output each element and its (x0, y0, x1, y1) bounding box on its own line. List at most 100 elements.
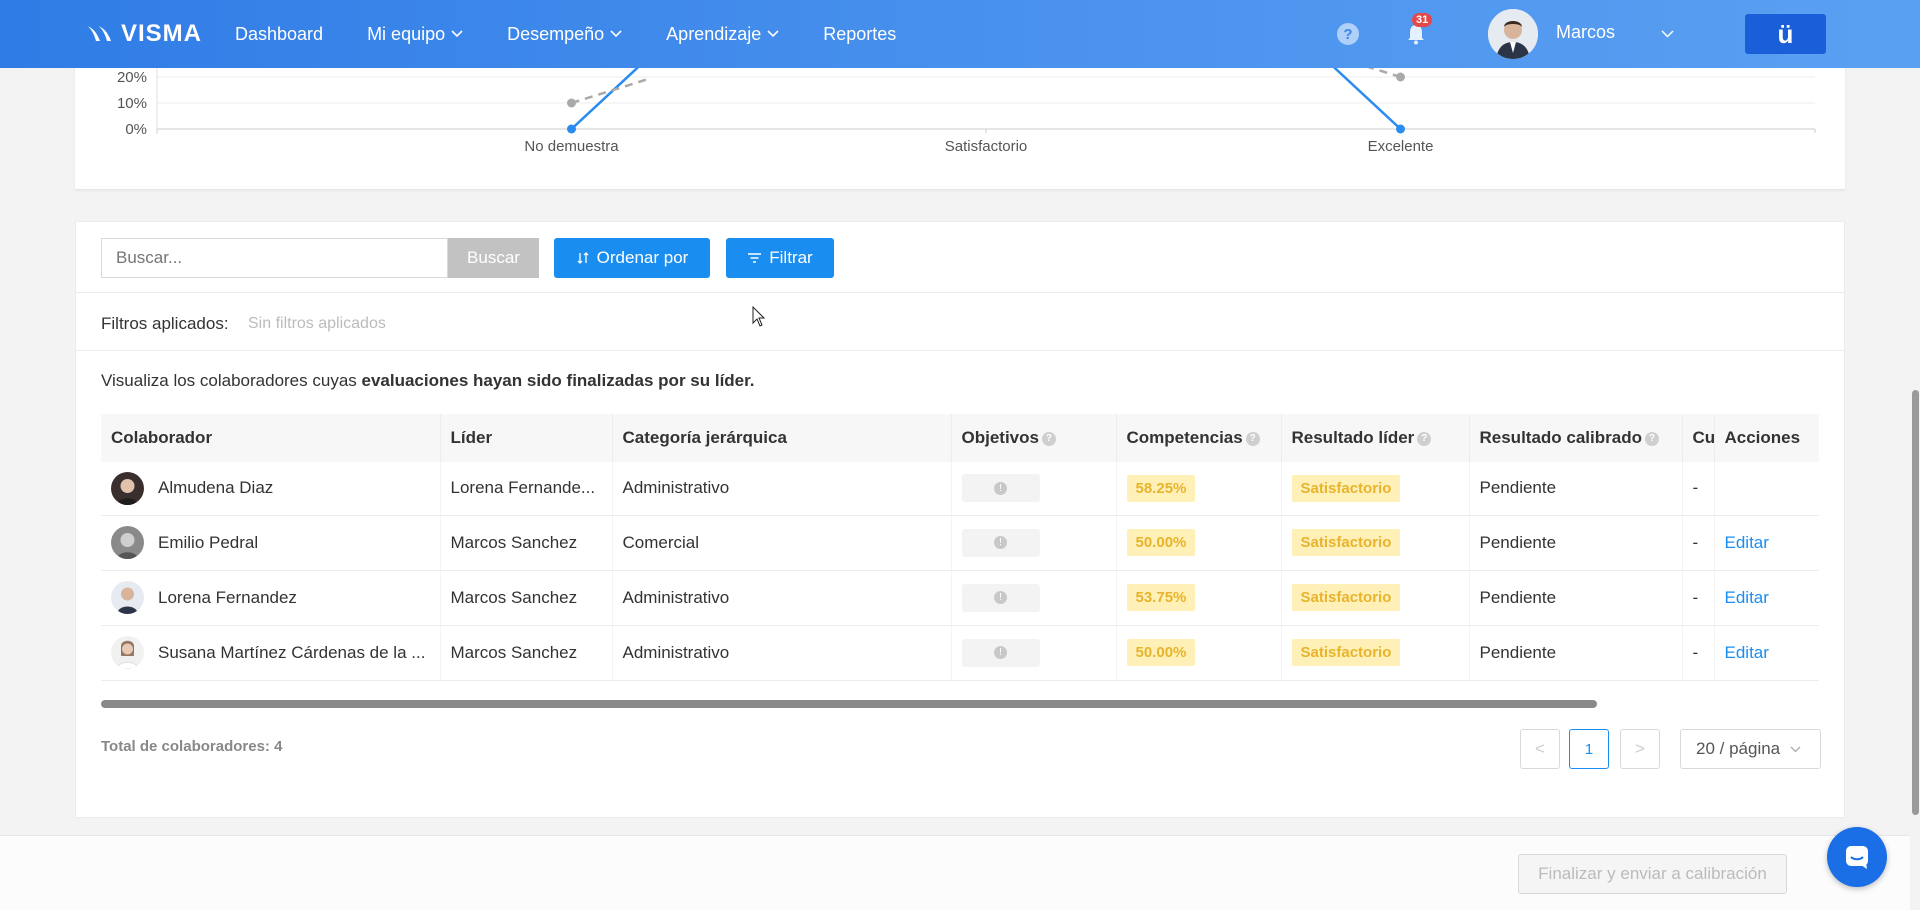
filter-button[interactable]: Filtrar (726, 238, 834, 278)
data-point[interactable] (1396, 72, 1405, 82)
cell-competencias: 50.00% (1116, 625, 1282, 681)
results-line-chart: 0% 10% 20% No demuestra Satisfactorio Excelen… (117, 55, 1816, 155)
data-point[interactable] (1396, 124, 1405, 134)
cell-categoria: Administrativo (612, 625, 952, 681)
u-app-button[interactable]: ü (1745, 14, 1826, 54)
cell-objetivos: ! (951, 462, 1117, 516)
results-chart-card: 0% 10% 20% No demuestra Satisfactorio Excelen… (75, 55, 1845, 190)
table-row: Susana Martínez Cárdenas de la ... Marcos… (101, 625, 1819, 681)
objectives-pill: ! (961, 474, 1040, 503)
total-collaborators: Total de colaboradores: 4 (101, 738, 283, 755)
competencias-tag: 50.00% (1126, 529, 1196, 556)
avatar (111, 636, 144, 669)
divider (76, 350, 1844, 351)
description-text: Visualiza los colaboradores cuyas (101, 371, 362, 390)
applied-filters-value: Sin filtros aplicados (248, 315, 386, 332)
collaborators-card: Buscar Ordenar por Filtrar Filtros aplic… (75, 221, 1845, 818)
cell-resultado-lider: Satisfactorio (1281, 462, 1470, 516)
table-row: Almudena Diaz Lorena Fernande... Administr… (101, 462, 1819, 516)
chevron-down-icon (767, 30, 779, 38)
nav-label: Mi equipo (367, 23, 446, 44)
nav-dashboard[interactable]: Dashboard (235, 24, 323, 45)
mouse-cursor-icon (752, 306, 766, 327)
visma-logo[interactable]: VISMA (85, 20, 202, 48)
cell-cu: - (1682, 625, 1715, 681)
avatar (111, 581, 144, 614)
search-input[interactable] (101, 238, 448, 278)
page-size-value: 20 / página (1696, 739, 1781, 758)
cell-lider: Lorena Fernande... (440, 462, 613, 516)
info-icon: ! (994, 591, 1007, 604)
nav-desempeno[interactable]: Desempeño (507, 24, 622, 45)
user-avatar[interactable] (1488, 9, 1538, 59)
collaborator-name[interactable]: Lorena Fernandez (158, 588, 297, 608)
question-icon[interactable]: ? (1337, 23, 1359, 45)
header-colaborador[interactable]: Colaborador (101, 414, 441, 462)
help-icon[interactable]: ? (1417, 431, 1432, 446)
header-resultado-calibrado[interactable]: Resultado calibrado? (1469, 414, 1683, 462)
header-resultado-lider[interactable]: Resultado líder? (1281, 414, 1470, 462)
help-icon[interactable]: ? (1644, 431, 1659, 446)
chat-icon (1846, 846, 1868, 869)
cell-resultado-calibrado: Pendiente (1469, 625, 1683, 681)
page-size-select[interactable]: 20 / página (1680, 729, 1821, 769)
edit-link[interactable]: Editar (1725, 533, 1769, 552)
header-lider[interactable]: Líder (440, 414, 613, 462)
nav-label: Desempeño (507, 23, 605, 44)
chevron-down-icon (610, 30, 622, 38)
finalize-send-calibration-button[interactable]: Finalizar y enviar a calibración (1518, 854, 1787, 894)
header-competencias[interactable]: Competencias? (1116, 414, 1282, 462)
cell-colaborador: Lorena Fernandez (101, 570, 441, 626)
cell-competencias: 53.75% (1116, 570, 1282, 626)
cell-objetivos: ! (951, 515, 1117, 571)
nav-mi-equipo[interactable]: Mi equipo (367, 24, 463, 45)
avatar (111, 526, 144, 559)
help-icon[interactable]: ? (1245, 431, 1260, 446)
cell-objetivos: ! (951, 570, 1117, 626)
header-acciones: Acciones (1714, 414, 1819, 462)
horizontal-scrollbar[interactable] (101, 700, 1597, 708)
prev-page-button[interactable]: < (1520, 729, 1560, 769)
edit-link[interactable]: Editar (1725, 588, 1769, 607)
info-icon: ! (994, 481, 1007, 495)
collaborator-name[interactable]: Susana Martínez Cárdenas de la ... (158, 643, 425, 663)
page-1-button[interactable]: 1 (1569, 729, 1609, 769)
main-nav: Dashboard Mi equipo Desempeño Aprendizaj… (235, 0, 940, 68)
user-name[interactable]: Marcos (1556, 22, 1615, 43)
chat-launcher[interactable] (1827, 827, 1887, 887)
header-label: Competencias (1126, 428, 1243, 447)
cell-acciones: Editar (1714, 625, 1819, 681)
chevron-down-icon (451, 30, 463, 38)
y-tick-label: 0% (125, 121, 147, 138)
nav-label: Aprendizaje (666, 23, 762, 44)
vertical-scrollbar[interactable] (1912, 390, 1919, 815)
collaborator-name[interactable]: Emilio Pedral (158, 533, 258, 553)
help-icon[interactable]: ? (1041, 431, 1056, 446)
header-categoria[interactable]: Categoría jerárquica (612, 414, 952, 462)
collaborator-name[interactable]: Almudena Diaz (158, 478, 273, 498)
logo-text: VISMA (121, 20, 203, 47)
cell-colaborador: Emilio Pedral (101, 515, 441, 571)
resultado-lider-tag: Satisfactorio (1291, 584, 1401, 611)
cell-categoria: Comercial (612, 515, 952, 571)
visma-mark-icon (87, 26, 111, 41)
y-tick-label: 20% (117, 69, 147, 86)
cell-competencias: 50.00% (1116, 515, 1282, 571)
search-button[interactable]: Buscar (448, 238, 539, 278)
header-objetivos[interactable]: Objetivos? (951, 414, 1117, 462)
resultado-lider-tag: Satisfactorio (1291, 529, 1401, 556)
next-page-button[interactable]: > (1620, 729, 1660, 769)
nav-aprendizaje[interactable]: Aprendizaje (666, 24, 779, 45)
header-cu[interactable]: Cu (1682, 414, 1715, 462)
order-by-label: Ordenar por (596, 248, 689, 267)
edit-link[interactable]: Editar (1725, 643, 1769, 662)
chevron-down-icon[interactable] (1661, 30, 1674, 38)
header-label: Resultado calibrado (1479, 428, 1642, 447)
data-point[interactable] (567, 124, 576, 134)
data-point[interactable] (567, 98, 576, 108)
cell-acciones (1714, 462, 1819, 516)
nav-reportes[interactable]: Reportes (823, 24, 896, 45)
cell-lider: Marcos Sanchez (440, 570, 613, 626)
order-by-button[interactable]: Ordenar por (554, 238, 710, 278)
info-icon: ! (994, 536, 1007, 549)
